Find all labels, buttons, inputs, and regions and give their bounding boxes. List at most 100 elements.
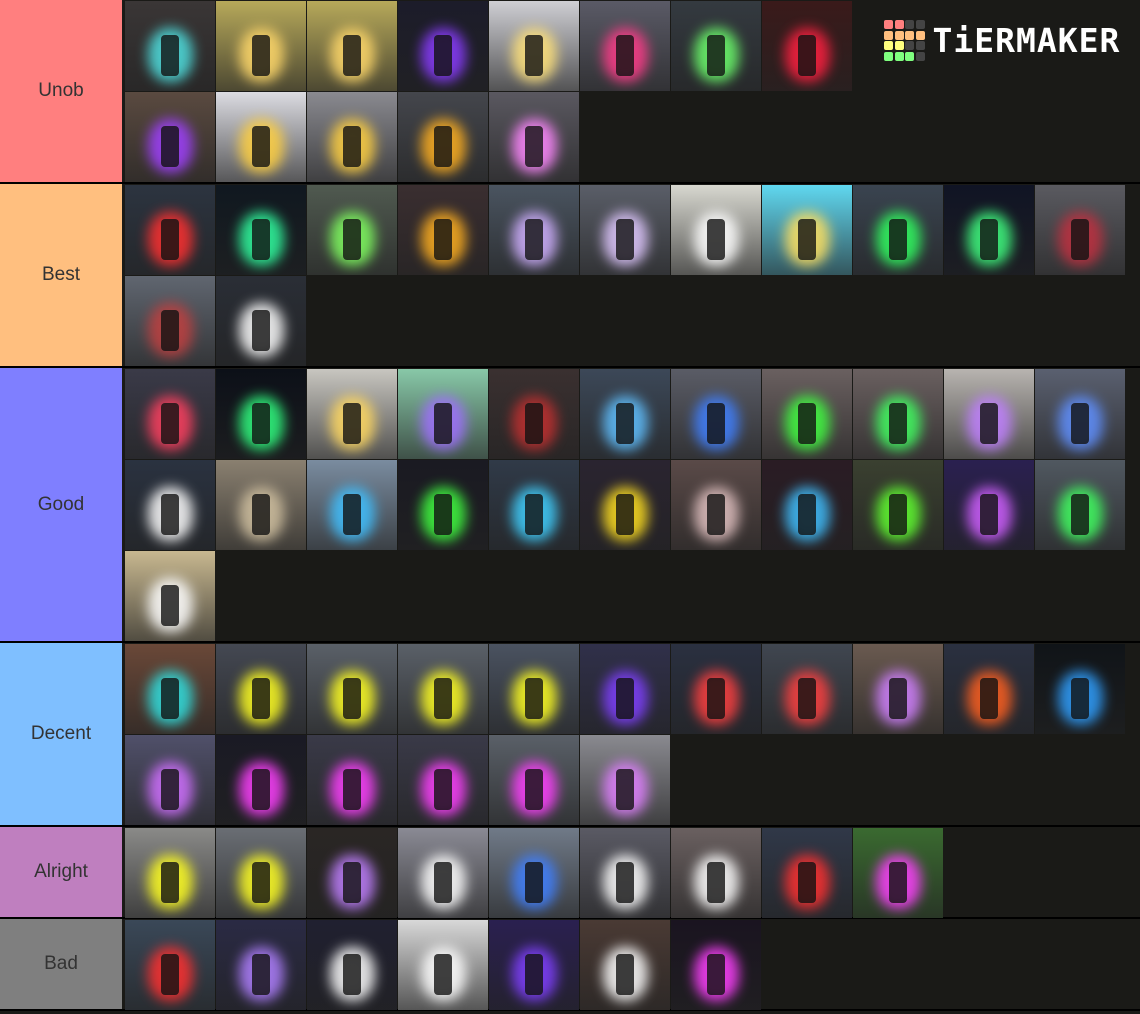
tier-item-image[interactable] xyxy=(944,369,1034,459)
tier-item-image[interactable] xyxy=(216,276,306,366)
tier-item-image[interactable] xyxy=(853,460,943,550)
tier-item-image[interactable] xyxy=(580,735,670,825)
tier-item-image[interactable] xyxy=(125,828,215,918)
character-figure xyxy=(616,219,634,260)
tier-item-image[interactable] xyxy=(944,460,1034,550)
tier-item-image[interactable] xyxy=(489,644,579,734)
tier-item-image[interactable] xyxy=(307,828,397,918)
tier-item-image[interactable] xyxy=(125,735,215,825)
tier-item-image[interactable] xyxy=(944,185,1034,275)
tier-item-image[interactable] xyxy=(216,1,306,91)
tier-item-image[interactable] xyxy=(671,460,761,550)
tier-item-image[interactable] xyxy=(580,369,670,459)
tier-item-image[interactable] xyxy=(853,185,943,275)
tier-item-image[interactable] xyxy=(580,185,670,275)
tier-item-image[interactable] xyxy=(398,735,488,825)
character-figure xyxy=(434,403,452,444)
tier-item-image[interactable] xyxy=(125,551,215,641)
tier-item-image[interactable] xyxy=(853,828,943,918)
tier-item-image[interactable] xyxy=(398,185,488,275)
tier-label[interactable]: Unob xyxy=(0,0,124,182)
tier-item-image[interactable] xyxy=(1035,644,1125,734)
tier-item-image[interactable] xyxy=(762,1,852,91)
tier-item-image[interactable] xyxy=(489,828,579,918)
logo-text: TiERMAKER xyxy=(932,20,1121,60)
character-figure xyxy=(434,35,452,76)
tier-item-image[interactable] xyxy=(307,644,397,734)
tier-label[interactable]: Good xyxy=(0,368,124,641)
tier-item-image[interactable] xyxy=(489,460,579,550)
tier-item-image[interactable] xyxy=(671,369,761,459)
tier-item-image[interactable] xyxy=(671,644,761,734)
tier-item-image[interactable] xyxy=(398,92,488,182)
tier-item-image[interactable] xyxy=(216,644,306,734)
tier-label[interactable]: Decent xyxy=(0,643,124,825)
tier-item-image[interactable] xyxy=(671,185,761,275)
character-figure xyxy=(525,954,543,995)
tier-item-image[interactable] xyxy=(125,369,215,459)
tier-item-image[interactable] xyxy=(125,920,215,1010)
tier-item-image[interactable] xyxy=(671,1,761,91)
tier-item-image[interactable] xyxy=(398,369,488,459)
tier-label[interactable]: Alright xyxy=(0,827,124,917)
tier-item-image[interactable] xyxy=(489,1,579,91)
tier-item-image[interactable] xyxy=(216,369,306,459)
tier-item-image[interactable] xyxy=(580,828,670,918)
tier-item-image[interactable] xyxy=(216,735,306,825)
tier-item-image[interactable] xyxy=(853,644,943,734)
tier-item-image[interactable] xyxy=(762,644,852,734)
tier-item-image[interactable] xyxy=(944,644,1034,734)
tier-tiles xyxy=(124,643,1140,825)
tier-item-image[interactable] xyxy=(580,920,670,1010)
tier-item-image[interactable] xyxy=(580,644,670,734)
tier-item-image[interactable] xyxy=(125,185,215,275)
tier-item-image[interactable] xyxy=(762,185,852,275)
tier-item-image[interactable] xyxy=(125,1,215,91)
tier-item-image[interactable] xyxy=(489,185,579,275)
tier-item-image[interactable] xyxy=(216,92,306,182)
tier-item-image[interactable] xyxy=(853,369,943,459)
character-figure xyxy=(525,126,543,167)
tier-item-image[interactable] xyxy=(125,92,215,182)
tier-item-image[interactable] xyxy=(398,460,488,550)
tier-item-image[interactable] xyxy=(307,369,397,459)
tier-item-image[interactable] xyxy=(125,644,215,734)
tier-item-image[interactable] xyxy=(307,920,397,1010)
tier-item-image[interactable] xyxy=(398,920,488,1010)
tier-item-image[interactable] xyxy=(489,735,579,825)
tier-item-image[interactable] xyxy=(307,1,397,91)
tier-item-image[interactable] xyxy=(762,828,852,918)
tier-item-image[interactable] xyxy=(307,735,397,825)
tier-item-image[interactable] xyxy=(1035,369,1125,459)
tier-item-image[interactable] xyxy=(398,644,488,734)
tier-item-image[interactable] xyxy=(216,828,306,918)
tier-label[interactable]: Bad xyxy=(0,919,124,1009)
tier-item-image[interactable] xyxy=(580,1,670,91)
tier-item-image[interactable] xyxy=(489,920,579,1010)
tier-item-image[interactable] xyxy=(125,276,215,366)
tier-item-image[interactable] xyxy=(307,92,397,182)
tier-item-image[interactable] xyxy=(398,828,488,918)
tier-item-image[interactable] xyxy=(216,460,306,550)
tier-item-image[interactable] xyxy=(489,92,579,182)
tier-item-image[interactable] xyxy=(1035,185,1125,275)
tier-item-image[interactable] xyxy=(125,460,215,550)
character-figure xyxy=(434,126,452,167)
tier-item-image[interactable] xyxy=(216,920,306,1010)
tier-item-image[interactable] xyxy=(671,828,761,918)
character-figure xyxy=(889,403,907,444)
character-figure xyxy=(616,403,634,444)
tier-label[interactable]: Best xyxy=(0,184,124,366)
tier-item-image[interactable] xyxy=(580,460,670,550)
logo-grid-cell xyxy=(894,30,904,40)
tier-item-image[interactable] xyxy=(216,185,306,275)
tier-item-image[interactable] xyxy=(398,1,488,91)
tier-tiles xyxy=(124,827,1140,918)
tier-item-image[interactable] xyxy=(307,460,397,550)
tier-item-image[interactable] xyxy=(489,369,579,459)
tier-item-image[interactable] xyxy=(307,185,397,275)
tier-item-image[interactable] xyxy=(671,920,761,1010)
tier-item-image[interactable] xyxy=(1035,460,1125,550)
tier-item-image[interactable] xyxy=(762,460,852,550)
tier-item-image[interactable] xyxy=(762,369,852,459)
